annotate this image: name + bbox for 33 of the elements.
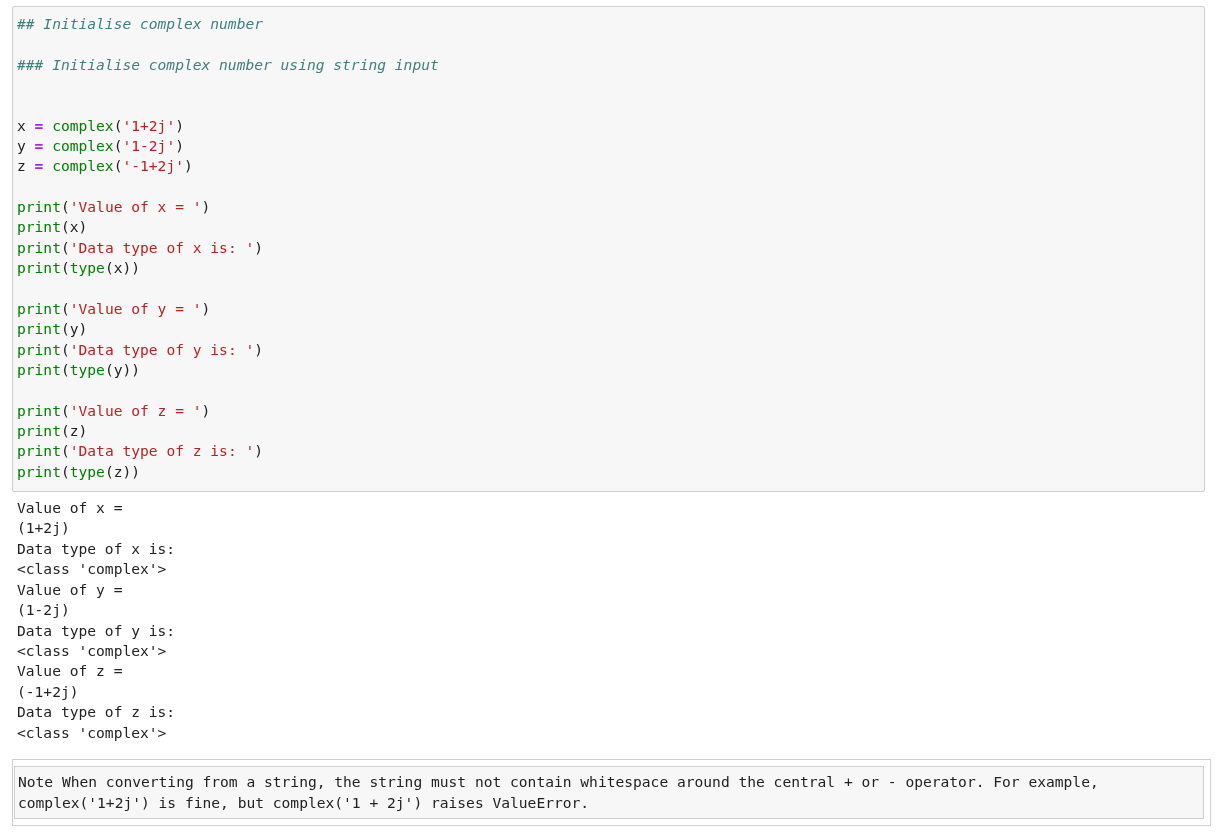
code-line: print('Value of y = ')	[17, 298, 212, 319]
output-line: <class 'complex'>	[17, 559, 168, 580]
output-line: (1-2j)	[17, 600, 71, 621]
code-line: print(y)	[17, 319, 89, 340]
output-line: (1+2j)	[17, 518, 71, 539]
output-line: Data type of x is:	[17, 538, 177, 559]
code-line: print(type(z))	[17, 461, 142, 482]
code-line: print('Data type of x is: ')	[17, 237, 265, 258]
output-line: Data type of z is:	[17, 702, 177, 723]
code-line: print('Value of x = ')	[17, 197, 212, 218]
output-line: Value of x =	[17, 497, 124, 518]
output-line: Value of z =	[17, 661, 124, 682]
code-line: x = complex('1+2j')	[17, 115, 185, 136]
code-line: print(z)	[17, 420, 89, 441]
code-line: print(type(x))	[17, 258, 142, 279]
code-line: print(type(y))	[17, 359, 142, 380]
code-line: print('Value of z = ')	[17, 400, 212, 421]
code-line: ### Initialise complex number using string input	[17, 54, 440, 75]
note-text: complex('1+2j') is fine, but complex('1 + 2j') raises ValueError.	[18, 792, 591, 813]
code-line: ## Initialise complex number	[17, 14, 264, 34]
output-line: Value of y =	[17, 579, 124, 600]
code-cell[interactable]	[12, 6, 1205, 492]
note-cell[interactable]: Note When converting from a string, the string must not contain whitespace around the central + or - operator. For example, complex('1+2j') is fine, but complex('1 + 2j') raises ValueError.	[12, 759, 1211, 826]
code-line: print(x)	[17, 217, 89, 238]
code-line: y = complex('1-2j')	[17, 136, 185, 157]
code-line: print('Data type of y is: ')	[17, 339, 265, 360]
output-line: (-1+2j)	[17, 681, 80, 702]
code-line: print('Data type of z is: ')	[17, 441, 265, 462]
output-line: Data type of y is:	[17, 620, 177, 641]
output-line: <class 'complex'>	[17, 722, 168, 743]
note-text: Note When converting from a string, the string must not contain whitespace around the central + or - operator. For example,	[18, 772, 1100, 793]
output-line: <class 'complex'>	[17, 640, 168, 661]
code-line: z = complex('-1+2j')	[17, 156, 194, 177]
